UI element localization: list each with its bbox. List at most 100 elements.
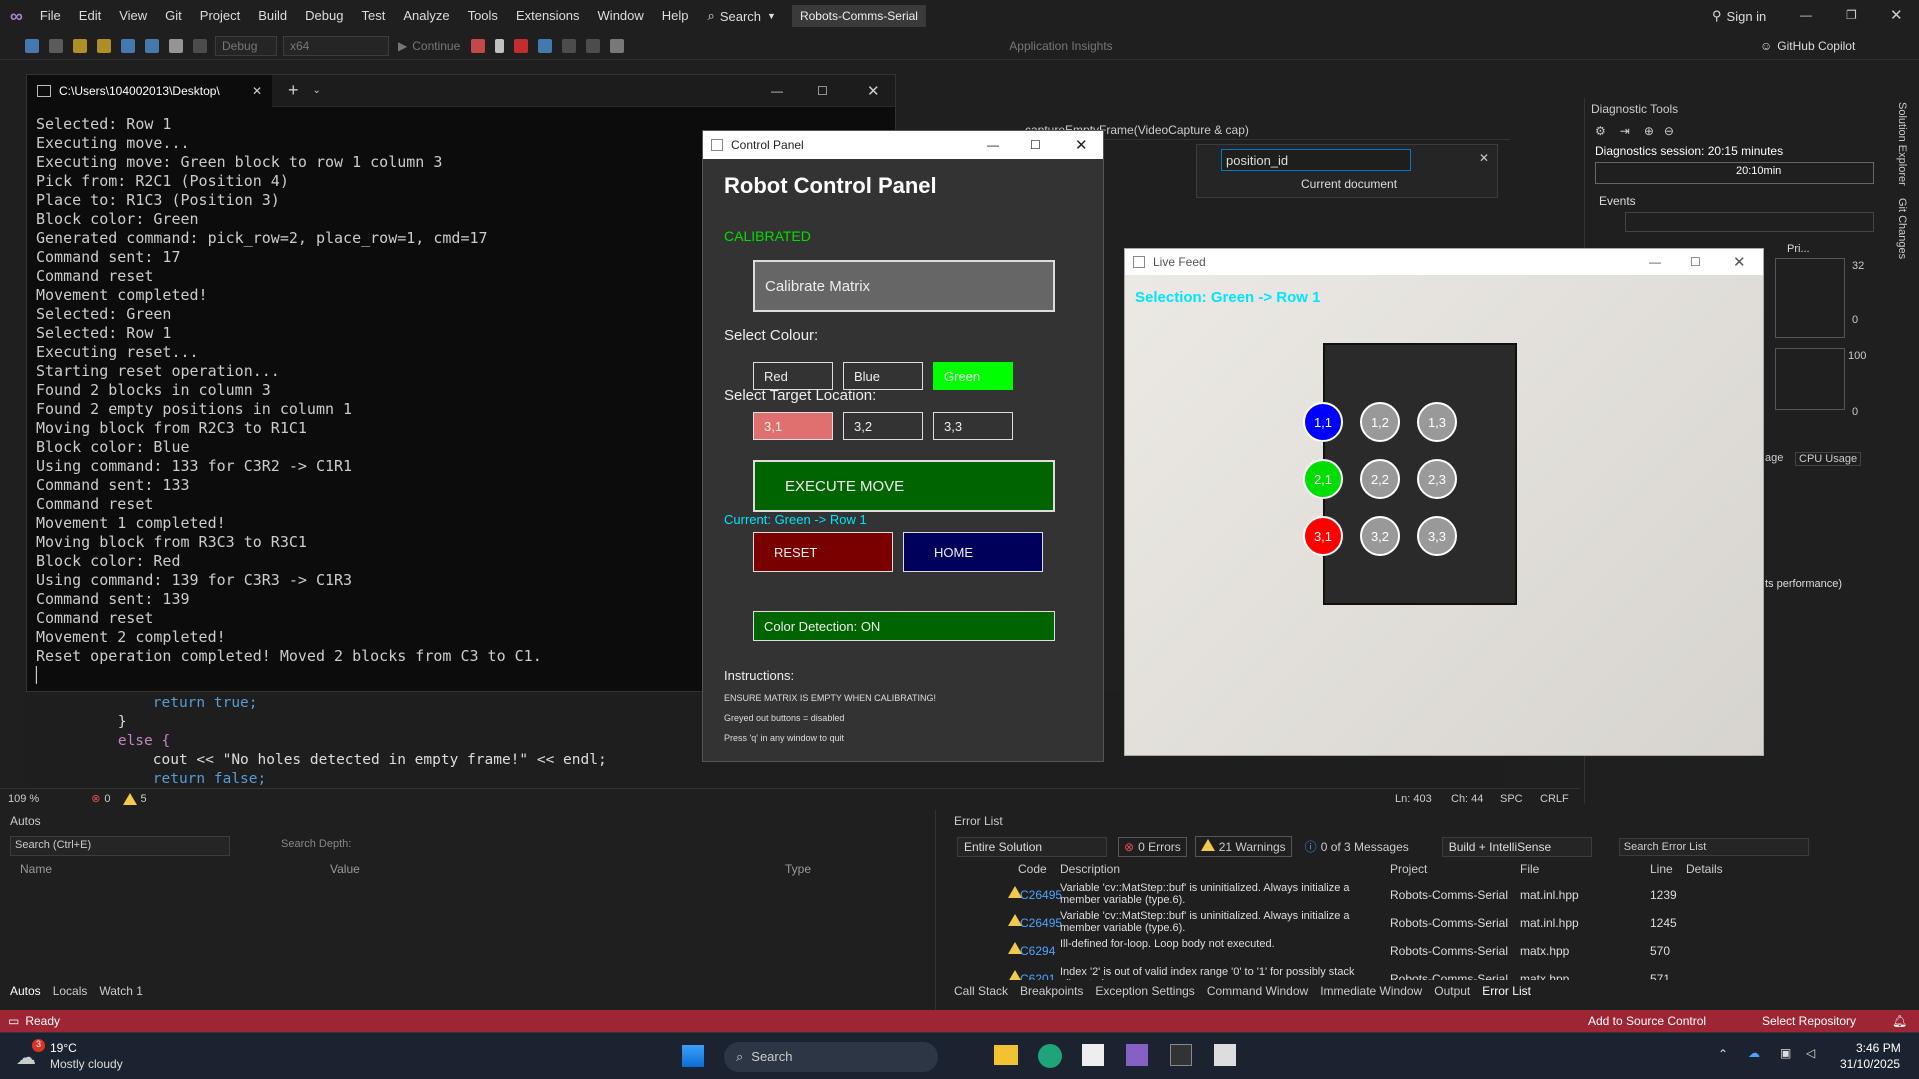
zoom-out-icon[interactable]: ⊖ — [1664, 124, 1674, 138]
maximize-icon[interactable]: ☐ — [1690, 255, 1701, 269]
minimize-icon[interactable]: — — [1800, 8, 1812, 22]
tab-solution-explorer[interactable]: Solution Explorer — [1896, 102, 1908, 186]
add-to-source-control[interactable]: Add to Source Control — [1588, 1014, 1706, 1028]
zoom-in-icon[interactable]: ⊕ — [1644, 124, 1654, 138]
tab-exception-settings[interactable]: Exception Settings — [1095, 984, 1194, 998]
home-button[interactable]: HOME — [903, 532, 1043, 572]
tab-locals[interactable]: Locals — [53, 984, 88, 998]
close-icon[interactable]: ✕ — [1890, 6, 1903, 24]
menu-view[interactable]: View — [110, 0, 156, 32]
error-code[interactable]: C26495 — [1020, 888, 1062, 902]
chevron-down-icon[interactable]: ⌄ — [313, 85, 321, 96]
maximize-icon[interactable]: ☐ — [1030, 138, 1041, 152]
error-row[interactable]: C26495 Variable 'cv::MatStep::buf' is uni… — [950, 880, 1880, 908]
column-header[interactable]: Project — [1390, 862, 1427, 876]
menu-edit[interactable]: Edit — [70, 0, 110, 32]
restart-icon[interactable] — [538, 38, 553, 53]
onedrive-icon[interactable]: ☁ — [1748, 1046, 1760, 1060]
bookmark-icon[interactable] — [610, 38, 625, 53]
target-3-1-button[interactable]: 3,1 — [753, 412, 833, 440]
execute-move-button[interactable]: EXECUTE MOVE — [753, 460, 1055, 512]
find-scope[interactable]: Current document — [1301, 177, 1397, 191]
column-header[interactable]: Code — [1018, 862, 1047, 876]
configuration-dropdown[interactable]: Debug — [215, 35, 277, 56]
menu-analyze[interactable]: Analyze — [394, 0, 458, 32]
column-header[interactable]: Details — [1686, 862, 1723, 876]
column-header[interactable]: Description — [1060, 862, 1120, 876]
error-code[interactable]: C6201 — [1020, 972, 1055, 980]
step-over-icon[interactable] — [586, 38, 601, 53]
sign-in-button[interactable]: ⚲ Sign in — [1712, 8, 1766, 24]
forward-icon[interactable] — [49, 38, 63, 53]
stop-icon[interactable] — [514, 38, 529, 53]
column-header[interactable]: File — [1520, 862, 1539, 876]
messages-filter[interactable]: ⓘ 0 of 3 Messages — [1300, 836, 1414, 857]
minimize-icon[interactable]: — — [1649, 255, 1661, 269]
copilot-button[interactable]: ☺ GitHub Copilot — [1760, 39, 1855, 53]
pause-icon[interactable] — [495, 38, 505, 53]
error-search[interactable]: Search Error List — [1618, 837, 1809, 856]
menu-tools[interactable]: Tools — [459, 0, 507, 32]
volume-icon[interactable]: ◁ — [1806, 1046, 1815, 1060]
taskbar-search[interactable]: ⌕ Search — [724, 1042, 938, 1072]
error-code[interactable]: C26495 — [1020, 916, 1062, 930]
clock-time[interactable]: 3:46 PM — [1856, 1041, 1901, 1055]
close-icon[interactable]: ✕ — [1479, 151, 1489, 165]
windows-start-icon[interactable] — [682, 1045, 704, 1067]
colour-red-button[interactable]: Red — [753, 362, 833, 390]
menu-test[interactable]: Test — [352, 0, 394, 32]
colour-blue-button[interactable]: Blue — [843, 362, 923, 390]
tab-command-window[interactable]: Command Window — [1207, 984, 1308, 998]
back-icon[interactable] — [25, 38, 39, 53]
build-filter-dropdown[interactable]: Build + IntelliSense — [1441, 836, 1592, 857]
errors-filter[interactable]: ⊗ 0 Errors — [1118, 836, 1187, 857]
tab-output[interactable]: Output — [1434, 984, 1470, 998]
find-input[interactable] — [1221, 149, 1411, 171]
menu-extensions[interactable]: Extensions — [507, 0, 589, 32]
scope-dropdown[interactable]: Entire Solution — [957, 836, 1107, 857]
restore-icon[interactable]: ❐ — [1846, 8, 1857, 22]
maximize-icon[interactable]: ☐ — [817, 84, 828, 98]
undo-icon[interactable] — [169, 38, 183, 53]
menu-help[interactable]: Help — [653, 0, 698, 32]
close-icon[interactable]: ✕ — [1075, 136, 1088, 154]
visual-studio-icon[interactable] — [1126, 1044, 1148, 1066]
menu-git[interactable]: Git — [156, 0, 191, 32]
tray-chevron-icon[interactable]: ⌃ — [1718, 1047, 1728, 1061]
tab-breakpoints[interactable]: Breakpoints — [1020, 984, 1083, 998]
close-icon[interactable]: ✕ — [1733, 253, 1746, 271]
menu-debug[interactable]: Debug — [296, 0, 352, 32]
tab-error-list[interactable]: Error List — [1482, 984, 1531, 998]
redo-icon[interactable] — [193, 38, 207, 53]
file-explorer-icon[interactable] — [994, 1045, 1018, 1065]
new-project-icon[interactable] — [73, 38, 87, 53]
clock-date[interactable]: 31/10/2025 — [1840, 1057, 1900, 1071]
menu-file[interactable]: File — [31, 0, 70, 32]
column-header[interactable]: Line — [1650, 862, 1673, 876]
tab-immediate-window[interactable]: Immediate Window — [1320, 984, 1422, 998]
menu-build[interactable]: Build — [249, 0, 296, 32]
search-button[interactable]: ⌕ Search ▼ — [708, 8, 776, 24]
terminal-app-icon[interactable] — [1170, 1044, 1192, 1066]
hot-reload-icon[interactable] — [471, 38, 486, 53]
error-code[interactable]: C6294 — [1020, 944, 1055, 958]
step-icon[interactable] — [562, 38, 577, 53]
minimize-icon[interactable]: — — [771, 84, 783, 98]
application-insights[interactable]: Application Insights — [1009, 39, 1112, 53]
notification-icon[interactable]: 🔔︎ — [1892, 1014, 1907, 1028]
menu-window[interactable]: Window — [589, 0, 653, 32]
select-repository[interactable]: Select Repository — [1762, 1014, 1856, 1028]
export-icon[interactable]: ⇥ — [1620, 124, 1630, 138]
close-tab-icon[interactable]: ✕ — [252, 84, 262, 98]
open-icon[interactable] — [97, 38, 111, 53]
tab-call-stack[interactable]: Call Stack — [954, 984, 1008, 998]
minimize-icon[interactable]: — — [987, 138, 999, 152]
edge-icon[interactable] — [1038, 1044, 1062, 1068]
tab-age[interactable]: age — [1765, 452, 1783, 464]
save-icon[interactable] — [121, 38, 135, 53]
continue-button[interactable]: ▶ Continue — [398, 39, 460, 53]
color-detection-toggle[interactable]: Color Detection: ON — [753, 611, 1055, 641]
tab-watch-1[interactable]: Watch 1 — [99, 984, 143, 998]
menu-project[interactable]: Project — [191, 0, 249, 32]
platform-dropdown[interactable]: x64 — [283, 35, 389, 56]
